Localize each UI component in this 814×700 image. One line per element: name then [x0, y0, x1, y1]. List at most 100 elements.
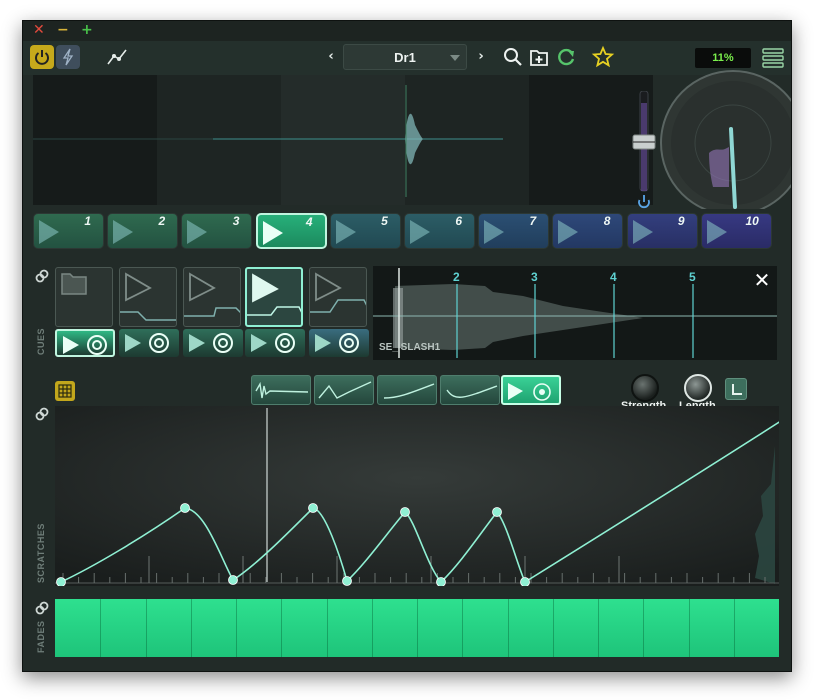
grid-toggle-button[interactable]: [55, 381, 75, 401]
bolt-icon: [62, 48, 74, 66]
close-window-button[interactable]: ✕: [33, 23, 45, 37]
refresh-button[interactable]: [554, 45, 578, 69]
scratch-shape-2[interactable]: [314, 375, 374, 405]
cue-play-icon: [125, 333, 169, 353]
refresh-icon: [558, 48, 575, 66]
cue-slot[interactable]: [119, 267, 177, 327]
scratch-shape-icon: [255, 381, 309, 399]
menu-icon: [762, 48, 784, 68]
fade-grid-line: [145, 599, 147, 657]
jog-wheel[interactable]: [659, 69, 792, 209]
preset-selector[interactable]: Dr1: [343, 44, 467, 70]
overview-waveform[interactable]: [33, 75, 653, 205]
app-window: ✕ − + ‹ Dr1 › 11% 1 2 3 4 5 6 7 8 9 10 C…: [22, 20, 792, 672]
pad-9[interactable]: 9: [626, 213, 698, 249]
link-icon[interactable]: [35, 269, 49, 283]
scratch-shape-3[interactable]: [377, 375, 437, 405]
cue-slot-folder[interactable]: [55, 267, 113, 327]
fade-grid-line: [552, 599, 554, 657]
curve-button[interactable]: [105, 45, 129, 69]
fade-grid-line: [417, 599, 418, 657]
length-knob[interactable]: [684, 374, 712, 402]
sample-waveform[interactable]: 2 3 4 5 SE_ SLASH1: [373, 266, 777, 360]
next-preset-button[interactable]: ›: [471, 45, 491, 69]
play-icon: [558, 220, 579, 244]
grid-icon: [58, 384, 72, 398]
sample-name: SE_ SLASH1: [379, 342, 441, 353]
star-icon: [591, 45, 615, 68]
pad-3[interactable]: 3: [181, 213, 253, 249]
pad-7[interactable]: 7: [478, 213, 550, 249]
search-icon: [504, 48, 522, 66]
scratches-section-label: SCRATCHES: [36, 523, 46, 583]
power-button[interactable]: [30, 45, 54, 69]
cue-marker-label: 2: [453, 270, 460, 284]
play-icon: [706, 220, 727, 244]
chevron-down-icon: [450, 55, 460, 61]
pad-10[interactable]: 10: [700, 213, 772, 249]
level-fader[interactable]: [631, 91, 657, 213]
play-icon: [262, 221, 283, 245]
pad-4[interactable]: 4: [255, 213, 327, 249]
cue-play-button[interactable]: [245, 329, 305, 357]
pad-5[interactable]: 5: [329, 213, 401, 249]
cue-slot[interactable]: [183, 267, 241, 327]
play-icon: [410, 220, 430, 244]
play-icon: [187, 220, 208, 244]
cue-play-icon: [63, 335, 107, 355]
fade-grid-line: [733, 599, 735, 657]
fades-lane[interactable]: [55, 599, 779, 657]
search-button[interactable]: [501, 45, 525, 69]
power-small-icon: [638, 195, 650, 208]
play-icon: [335, 220, 356, 244]
minimize-window-button[interactable]: −: [57, 23, 69, 37]
menu-button[interactable]: [761, 46, 785, 70]
pad-label: 8: [603, 214, 611, 228]
cue-shape-graphic: [120, 272, 176, 321]
scratch-envelope-editor[interactable]: [55, 406, 779, 586]
link-icon[interactable]: [35, 601, 49, 615]
scratch-shape-4[interactable]: [440, 375, 500, 405]
pad-label: 1: [84, 214, 91, 228]
cue-slot[interactable]: [309, 267, 367, 327]
pad-label: 9: [677, 214, 685, 228]
pad-label: 10: [745, 214, 759, 228]
favorite-button[interactable]: [591, 45, 615, 69]
cue-play-button[interactable]: [309, 329, 369, 357]
scratch-shape-5-active[interactable]: [501, 375, 561, 405]
scratch-shape-1[interactable]: [251, 375, 311, 405]
play-icon: [113, 220, 134, 244]
corner-toggle-button[interactable]: [725, 378, 747, 400]
cue-play-button[interactable]: [183, 329, 243, 357]
pad-2[interactable]: 2: [107, 213, 179, 249]
cue-slot-active[interactable]: [245, 267, 303, 327]
pad-1[interactable]: 1: [33, 213, 104, 249]
close-sample-button[interactable]: ✕: [753, 270, 771, 290]
pad-8[interactable]: 8: [552, 213, 624, 249]
pad-label: 5: [381, 214, 388, 228]
scratch-shape-icon: [318, 381, 372, 399]
cue-play-button[interactable]: [55, 329, 115, 357]
fade-grid-line: [643, 599, 645, 657]
cue-play-icon: [189, 333, 233, 353]
fade-grid-line: [688, 599, 690, 657]
overview-waveform-graphic: [33, 85, 503, 197]
cue-play-button[interactable]: [119, 329, 179, 357]
link-icon[interactable]: [35, 407, 49, 421]
fade-grid-line: [190, 599, 192, 657]
cue-play-icon: [251, 333, 295, 353]
pad-label: 7: [529, 214, 537, 228]
cue-shape-graphic: [184, 272, 240, 317]
cue-marker-label: 5: [689, 270, 696, 284]
strength-knob[interactable]: [631, 374, 659, 402]
prev-preset-button[interactable]: ‹: [321, 45, 341, 69]
fade-grid-line: [236, 599, 237, 657]
power-icon: [35, 50, 49, 65]
add-preset-button[interactable]: [527, 45, 551, 69]
pad-row: 1 2 3 4 5 6 7 8 9 10: [33, 213, 775, 251]
maximize-window-button[interactable]: +: [81, 23, 93, 37]
pad-6[interactable]: 6: [404, 213, 475, 249]
folder-icon: [61, 273, 87, 295]
corner-icon: [732, 384, 742, 395]
bolt-button[interactable]: [56, 45, 80, 69]
